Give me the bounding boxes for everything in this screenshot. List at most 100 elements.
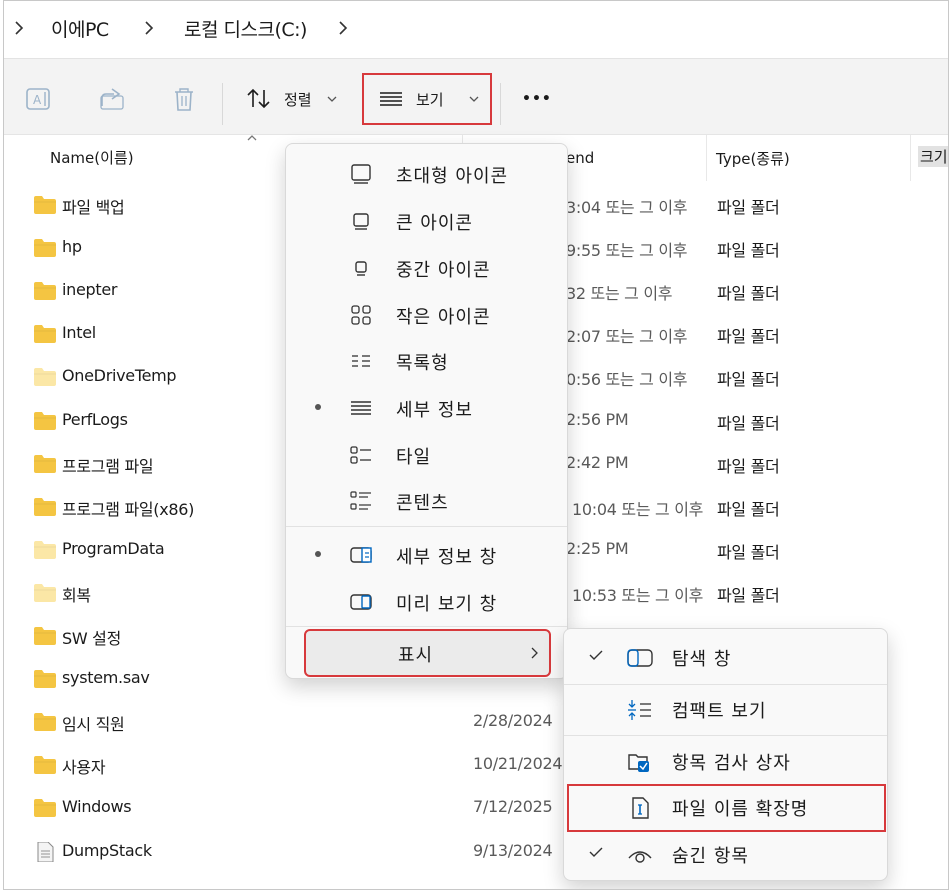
folder-icon xyxy=(34,799,56,818)
menu-item-details-pane[interactable]: 세부 정보 창 xyxy=(286,531,567,577)
menu-item-small-icons[interactable]: 작은 아이콘 xyxy=(286,291,567,337)
breadcrumb-local-disk[interactable]: 로컬 디스크(C:) xyxy=(184,15,307,42)
medium-icons-icon xyxy=(355,261,367,276)
file-name: SW 설정 xyxy=(62,629,122,648)
folder-icon xyxy=(34,325,56,344)
submenu-item-label: 항목 검사 상자 xyxy=(672,753,791,774)
sort-icon xyxy=(247,88,270,109)
file-name: PerfLogs xyxy=(62,409,128,429)
file-date: 9:55 또는 그 이후 xyxy=(566,241,688,261)
menu-item-label: 세부 정보 xyxy=(396,400,473,421)
file-name: ProgramData xyxy=(62,538,165,558)
more-options-button[interactable]: ••• xyxy=(522,75,552,123)
content-icon xyxy=(350,491,371,510)
column-separator[interactable] xyxy=(910,135,911,181)
folder-icon xyxy=(34,583,56,602)
menu-separator xyxy=(286,626,567,627)
menu-item-large-icons[interactable]: 큰 아이콘 xyxy=(286,197,567,243)
folder-icon xyxy=(34,713,56,732)
submenu-item-compact-view[interactable]: 컴팩트 보기 xyxy=(564,685,887,733)
folder-icon xyxy=(34,454,56,473)
column-header-name[interactable]: Name(이름) xyxy=(50,147,134,168)
view-menu: 초대형 아이콘 큰 아이콘 중간 아이콘 작은 아이콘 목록형 세부 정보 타일 xyxy=(285,143,568,679)
menu-separator xyxy=(286,526,567,527)
submenu-item-navigation-pane[interactable]: 탐색 창 xyxy=(564,633,887,681)
selected-dot-icon xyxy=(315,404,321,410)
column-header-size[interactable]: 크기 xyxy=(918,146,948,167)
show-submenu: 탐색 창 컴팩트 보기 항목 검사 상자 파일 이름 확장명 숨긴 항목 xyxy=(563,628,888,881)
column-header-type[interactable]: Type(종류) xyxy=(716,148,790,169)
menu-item-label: 큰 아이콘 xyxy=(396,213,473,234)
menu-item-label: 작은 아이콘 xyxy=(396,307,491,328)
file-icon xyxy=(37,841,54,862)
submenu-item-file-extensions[interactable]: 파일 이름 확장명 xyxy=(567,784,886,832)
rename-icon[interactable]: A xyxy=(24,86,54,112)
file-date: 2:56 PM xyxy=(566,409,629,429)
explorer-window: 이에PC 로컬 디스크(C:) A 정렬 보기 ••• Name(이름) end… xyxy=(3,0,949,890)
file-date: 2:07 또는 그 이후 xyxy=(566,327,688,347)
menu-item-medium-icons[interactable]: 중간 아이콘 xyxy=(286,244,567,290)
folder-icon xyxy=(34,540,56,559)
folder-icon xyxy=(34,627,56,645)
sort-arrow-up-icon xyxy=(247,135,257,141)
menu-item-label: 세부 정보 창 xyxy=(396,547,498,568)
file-type: 파일 폴더 xyxy=(717,241,780,261)
file-name: 프로그램 파일 xyxy=(62,456,154,476)
svg-text:A: A xyxy=(33,93,42,107)
file-name: 회복 xyxy=(62,585,91,605)
menu-item-details[interactable]: 세부 정보 xyxy=(286,384,567,430)
file-date: 0:56 또는 그 이후 xyxy=(566,370,688,390)
submenu-item-label: 숨긴 항목 xyxy=(672,846,749,867)
show-label: 표시 xyxy=(398,645,434,666)
file-name: Intel xyxy=(62,323,96,343)
chevron-right-icon[interactable] xyxy=(14,21,24,35)
menu-item-show[interactable]: 표시 xyxy=(304,629,551,677)
breadcrumb-this-pc[interactable]: 이에PC xyxy=(51,15,109,42)
file-type: 파일 폴더 xyxy=(717,585,780,605)
view-button[interactable]: 보기 xyxy=(362,73,492,125)
details-icon xyxy=(351,401,371,415)
menu-item-label: 중간 아이콘 xyxy=(396,260,491,281)
file-name: 파일 백업 xyxy=(62,198,125,217)
large-icons-icon xyxy=(353,213,369,230)
submenu-item-item-checkboxes[interactable]: 항목 검사 상자 xyxy=(564,737,887,785)
file-name: hp xyxy=(62,237,82,257)
chevron-right-icon[interactable] xyxy=(144,21,154,35)
file-type: 파일 폴더 xyxy=(717,284,780,304)
menu-item-list[interactable]: 목록형 xyxy=(286,337,567,383)
submenu-item-hidden-items[interactable]: 숨긴 항목 xyxy=(564,830,887,878)
column-separator[interactable] xyxy=(706,135,707,181)
file-date: 10:53 또는 그 이후 xyxy=(572,585,704,605)
file-name: OneDriveTemp xyxy=(62,366,177,386)
address-bar[interactable]: 이에PC 로컬 디스크(C:) xyxy=(4,1,948,59)
menu-item-tiles[interactable]: 타일 xyxy=(286,431,567,477)
folder-icon xyxy=(34,368,56,387)
hidden-items-icon xyxy=(628,851,652,863)
sort-button[interactable]: 정렬 xyxy=(246,75,338,123)
menu-separator xyxy=(564,735,887,736)
details-pane-icon xyxy=(350,547,372,563)
folder-icon xyxy=(34,670,56,689)
menu-item-label: 콘텐츠 xyxy=(396,493,449,514)
chevron-down-icon xyxy=(327,96,337,102)
menu-item-label: 초대형 아이콘 xyxy=(396,166,509,187)
view-label: 보기 xyxy=(416,90,444,109)
share-icon[interactable] xyxy=(98,86,128,112)
tiles-icon xyxy=(350,446,371,464)
file-type: 파일 폴더 xyxy=(717,456,780,476)
delete-icon[interactable] xyxy=(169,86,199,112)
navigation-pane-icon xyxy=(627,649,653,667)
extra-large-icons-icon xyxy=(351,164,371,184)
compact-view-icon xyxy=(628,700,651,720)
menu-item-content[interactable]: 콘텐츠 xyxy=(286,477,567,523)
column-header-date[interactable]: end xyxy=(566,149,594,167)
menu-item-label: 미리 보기 창 xyxy=(396,594,498,615)
submenu-item-label: 컴팩트 보기 xyxy=(672,701,767,722)
file-date: 9/13/2024 xyxy=(473,840,553,860)
file-date: 2:42 PM xyxy=(566,452,629,472)
file-name: Windows xyxy=(62,797,132,817)
menu-item-label: 타일 xyxy=(396,447,432,468)
menu-item-preview-pane[interactable]: 미리 보기 창 xyxy=(286,578,567,624)
menu-item-extra-large-icons[interactable]: 초대형 아이콘 xyxy=(286,150,567,196)
chevron-right-icon[interactable] xyxy=(338,21,348,35)
